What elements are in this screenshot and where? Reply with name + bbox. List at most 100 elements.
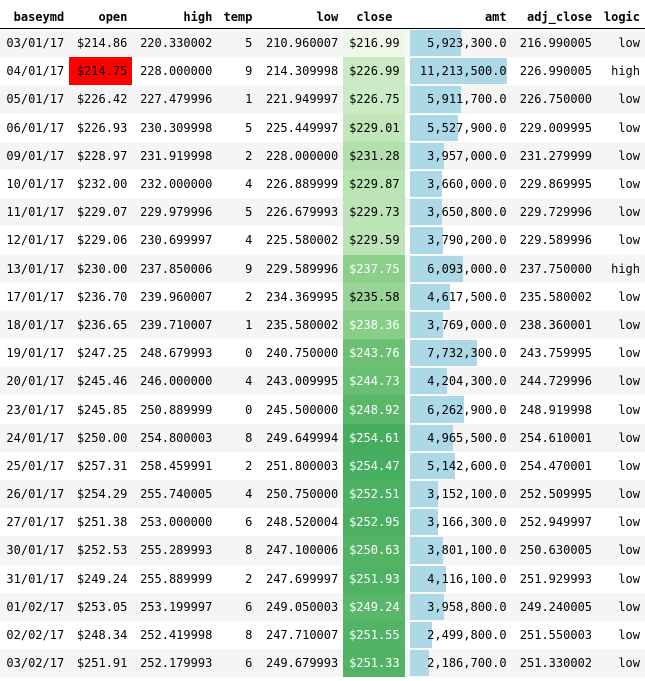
cell-amt: 3,660,000.0 [405, 169, 512, 199]
table-row: 10/01/17 $232.00 232.000000 4 226.889999 $229… [0, 169, 645, 199]
table-row: 30/01/17 $252.53 255.289993 8 247.100006 $250… [0, 536, 645, 565]
cell-logic: low [597, 480, 645, 509]
cell-logic: low [597, 423, 645, 452]
cell-baseymd: 09/01/17 [0, 141, 70, 170]
cell-amt: 5,923,300.0 [405, 28, 512, 58]
amt-value: 7,732,300.0 [427, 346, 507, 361]
cell-logic: high [597, 57, 645, 86]
cell-baseymd: 11/01/17 [0, 198, 70, 227]
cell-temp: 2 [217, 282, 258, 311]
cell-adj_close: 252.949997 [511, 508, 598, 537]
cell-high: 239.960007 [132, 282, 218, 311]
cell-high: 232.000000 [132, 169, 218, 199]
cell-adj_close: 229.009995 [511, 113, 598, 142]
cell-adj_close: 238.360001 [511, 310, 598, 340]
cell-adj_close: 231.279999 [511, 141, 598, 170]
cell-close: $249.24 [343, 592, 406, 621]
amt-value: 4,617,500.0 [427, 289, 507, 304]
cell-logic: low [597, 564, 645, 593]
cell-amt: 3,801,100.0 [405, 536, 512, 565]
cell-temp: 5 [217, 198, 258, 227]
table-row: 27/01/17 $251.38 253.000000 6 248.520004 $252… [0, 508, 645, 537]
cell-logic: low [597, 282, 645, 311]
cell-close: $226.99 [343, 57, 406, 86]
cell-baseymd: 05/01/17 [0, 85, 70, 114]
cell-logic: low [597, 113, 645, 142]
cell-high: 220.330002 [132, 28, 218, 58]
cell-adj_close: 251.929993 [511, 564, 598, 593]
cell-baseymd: 26/01/17 [0, 480, 70, 509]
cell-high: 237.850006 [132, 254, 218, 283]
cell-temp: 6 [217, 592, 258, 621]
cell-high: 254.800003 [132, 423, 218, 452]
cell-adj_close: 244.729996 [511, 367, 598, 396]
cell-adj_close: 216.990005 [511, 28, 598, 58]
table-row: 06/01/17 $226.93 230.309998 5 225.449997 $229… [0, 113, 645, 142]
cell-adj_close: 229.589996 [511, 226, 598, 255]
cell-amt: 11,213,500.0 [405, 57, 512, 86]
cell-temp: 8 [217, 423, 258, 452]
cell-open: $257.31 [69, 451, 133, 480]
cell-low: 247.699997 [257, 564, 344, 593]
cell-temp: 2 [217, 564, 258, 593]
cell-low: 249.649994 [257, 423, 344, 452]
cell-low: 210.960007 [257, 28, 344, 58]
cell-close: $251.33 [343, 649, 406, 678]
cell-temp: 2 [217, 141, 258, 170]
cell-open: $230.00 [69, 254, 133, 283]
cell-open: $214.86 [69, 28, 133, 58]
cell-close: $251.55 [343, 620, 406, 650]
cell-open: $249.24 [69, 564, 133, 593]
cell-close: $237.75 [343, 254, 406, 283]
cell-low: 247.710007 [257, 620, 344, 650]
table-row: 05/01/17 $226.42 227.479996 1 221.949997 $226… [0, 85, 645, 114]
cell-high: 227.479996 [132, 85, 218, 114]
amt-value: 4,116,100.0 [427, 571, 507, 586]
cell-logic: low [597, 198, 645, 227]
cell-baseymd: 01/02/17 [0, 592, 70, 621]
cell-adj_close: 226.990005 [511, 57, 598, 86]
table-row: 23/01/17 $245.85 250.889999 0 245.500000 $248… [0, 395, 645, 424]
cell-adj_close: 251.330002 [511, 649, 598, 678]
cell-baseymd: 18/01/17 [0, 310, 70, 340]
column-header-low: low [257, 2, 344, 29]
cell-temp: 0 [217, 339, 258, 368]
cell-logic: low [597, 395, 645, 424]
cell-logic: low [597, 28, 645, 58]
cell-temp: 1 [217, 310, 258, 340]
column-header-open: open [69, 2, 133, 29]
cell-high: 246.000000 [132, 367, 218, 396]
table-row: 03/02/17 $251.91 252.179993 6 249.679993 $251… [0, 649, 645, 678]
cell-baseymd: 23/01/17 [0, 395, 70, 424]
table-row: 18/01/17 $236.65 239.710007 1 235.580002 $238… [0, 310, 645, 340]
cell-low: 228.000000 [257, 141, 344, 170]
column-header-temp: temp [217, 2, 258, 29]
cell-baseymd: 06/01/17 [0, 113, 70, 142]
cell-baseymd: 03/02/17 [0, 649, 70, 678]
cell-high: 255.289993 [132, 536, 218, 565]
cell-high: 253.199997 [132, 592, 218, 621]
cell-amt: 3,769,000.0 [405, 310, 512, 340]
table-row: 26/01/17 $254.29 255.740005 4 250.750000 $252… [0, 480, 645, 509]
cell-amt: 6,262,900.0 [405, 395, 512, 424]
table-row: 01/02/17 $253.05 253.199997 6 249.050003 $249… [0, 592, 645, 621]
cell-close: $226.75 [343, 85, 406, 114]
cell-open: $214.75 [69, 57, 133, 86]
cell-close: $244.73 [343, 367, 406, 396]
cell-open: $253.05 [69, 592, 133, 621]
cell-low: 250.750000 [257, 480, 344, 509]
cell-amt: 4,965,500.0 [405, 423, 512, 452]
cell-logic: low [597, 451, 645, 480]
cell-temp: 8 [217, 620, 258, 650]
cell-low: 221.949997 [257, 85, 344, 114]
cell-close: $229.87 [343, 169, 406, 199]
cell-adj_close: 251.550003 [511, 620, 598, 650]
cell-open: $250.00 [69, 423, 133, 452]
column-header-amt: amt [405, 2, 512, 29]
table-row: 19/01/17 $247.25 248.679993 0 240.750000 $243… [0, 339, 645, 368]
column-header-baseymd: baseymd [0, 2, 70, 29]
cell-baseymd: 13/01/17 [0, 254, 70, 283]
cell-amt: 6,093,000.0 [405, 254, 512, 283]
cell-logic: low [597, 141, 645, 170]
table-row: 03/01/17 $214.86 220.330002 5 210.960007 $216… [0, 28, 645, 58]
